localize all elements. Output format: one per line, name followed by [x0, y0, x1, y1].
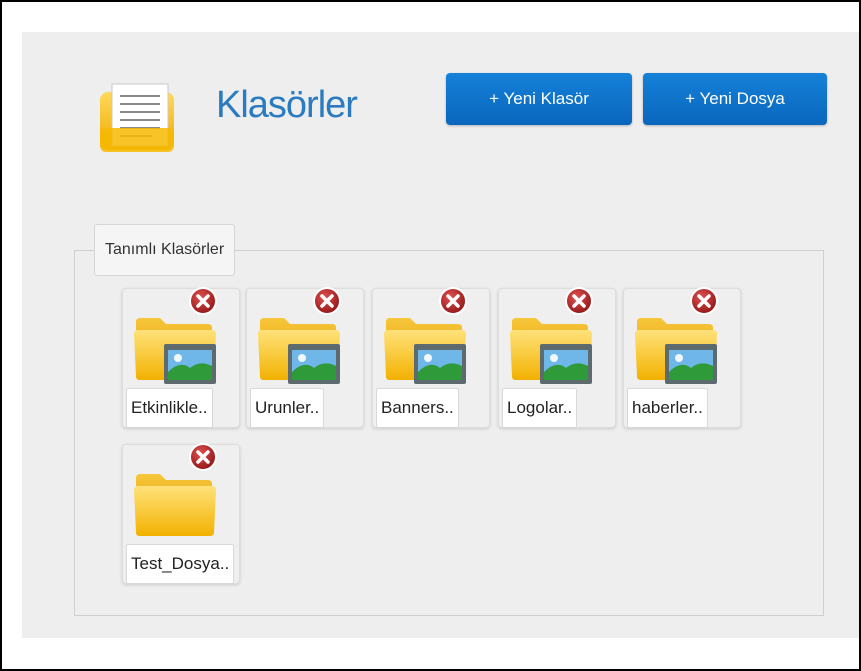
delete-icon[interactable] — [188, 442, 218, 472]
folder-label: Logolar.. — [502, 388, 578, 428]
folder-label: Test_Dosya.. — [126, 544, 235, 584]
delete-icon[interactable] — [689, 286, 719, 316]
folder-label: Etkinlikle.. — [126, 388, 213, 428]
folder-icon — [134, 474, 216, 536]
folder-item[interactable]: Logolar.. — [498, 286, 616, 428]
new-folder-button[interactable]: + Yeni Klasör — [446, 73, 632, 125]
delete-icon[interactable] — [438, 286, 468, 316]
folder-label: Urunler.. — [250, 388, 325, 428]
documents-folder-icon — [100, 83, 174, 152]
image-folder-icon — [134, 318, 216, 384]
folder-label: Banners.. — [376, 388, 459, 428]
delete-icon[interactable] — [564, 286, 594, 316]
folder-item[interactable]: Urunler.. — [246, 286, 364, 428]
image-folder-icon — [635, 318, 717, 384]
delete-icon[interactable] — [188, 286, 218, 316]
folder-item[interactable]: Test_Dosya.. — [122, 442, 240, 584]
folder-item[interactable]: Etkinlikle.. — [122, 286, 240, 428]
delete-icon[interactable] — [312, 286, 342, 316]
image-folder-icon — [510, 318, 592, 384]
folder-item[interactable]: Banners.. — [372, 286, 490, 428]
folder-item[interactable]: haberler.. — [623, 286, 741, 428]
new-file-button[interactable]: + Yeni Dosya — [643, 73, 827, 125]
folders-legend: Tanımlı Klasörler — [94, 224, 236, 276]
image-folder-icon — [258, 318, 340, 384]
folder-label: haberler.. — [627, 388, 708, 428]
page-title: Klasörler — [216, 84, 358, 126]
image-folder-icon — [384, 318, 466, 384]
